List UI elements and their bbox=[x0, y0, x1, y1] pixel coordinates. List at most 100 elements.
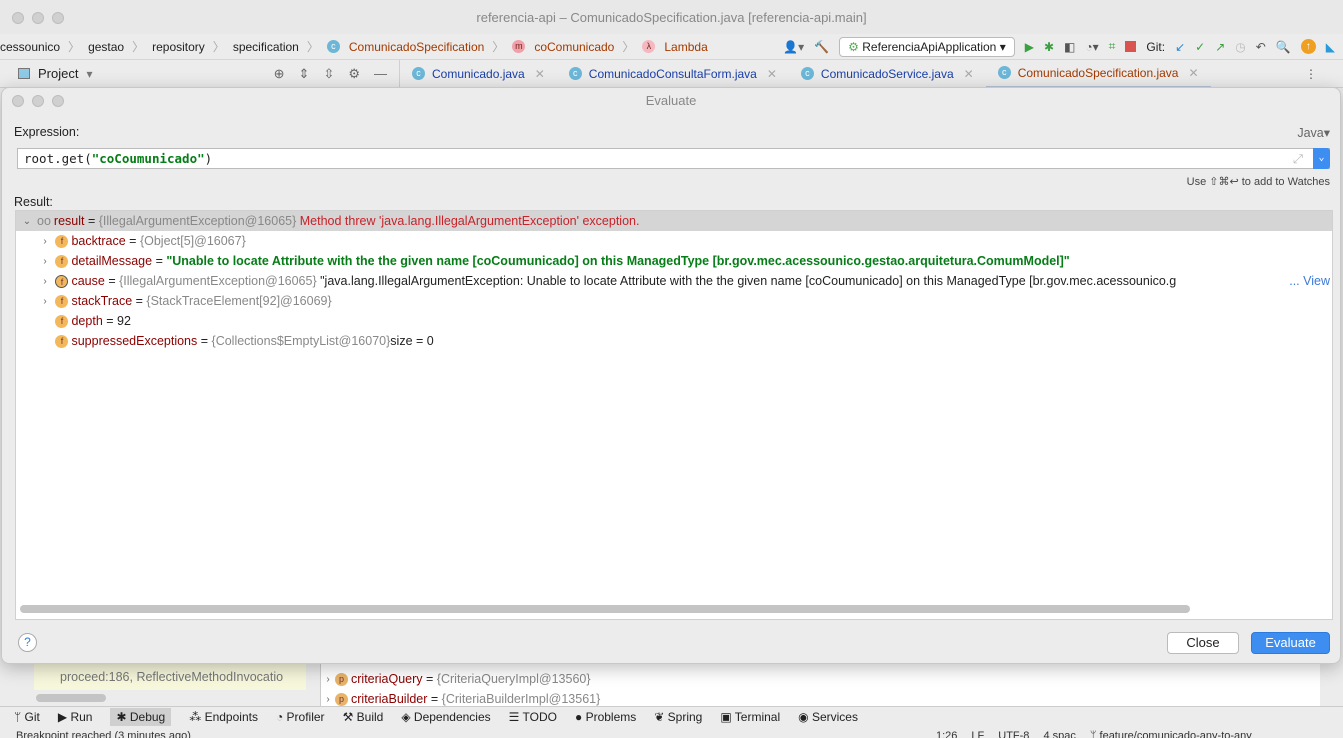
expand-all-icon[interactable]: ⇕ bbox=[299, 66, 310, 82]
status-message: Breakpoint reached (3 minutes ago) bbox=[16, 730, 191, 738]
tool-run[interactable]: ▶ Run bbox=[58, 710, 93, 724]
result-label: Result: bbox=[14, 195, 53, 209]
field-row[interactable]: f suppressedExceptions = {Collections$Emp… bbox=[16, 331, 1332, 351]
tool-todo[interactable]: ☰ TODO bbox=[509, 710, 557, 724]
tool-spring[interactable]: ❦ Spring bbox=[654, 710, 702, 724]
history-dropdown-button[interactable]: ⌄ bbox=[1313, 148, 1330, 169]
tool-services[interactable]: ◉ Services bbox=[798, 710, 858, 724]
tab-comunicado-service[interactable]: c ComunicadoService.java ✕ bbox=[789, 60, 986, 88]
breadcrumb-item[interactable]: gestao bbox=[88, 40, 124, 54]
close-button[interactable]: Close bbox=[1167, 632, 1239, 654]
close-icon[interactable]: ✕ bbox=[1188, 66, 1198, 80]
window-titlebar: referencia-api – ComunicadoSpecification… bbox=[0, 0, 1343, 34]
class-icon: c bbox=[800, 67, 814, 80]
evaluate-button[interactable]: Evaluate bbox=[1251, 632, 1330, 654]
watches-hint: Use ⇧⌘↩ to add to Watches bbox=[1186, 176, 1330, 188]
tool-terminal[interactable]: ▣ Terminal bbox=[720, 710, 780, 724]
coverage-icon[interactable]: ◧ bbox=[1064, 40, 1075, 54]
project-icon bbox=[18, 68, 30, 79]
field-icon: f bbox=[55, 314, 69, 328]
breadcrumb-item[interactable]: Lambda bbox=[664, 40, 707, 54]
gear-icon[interactable]: ⚙ bbox=[348, 66, 360, 82]
hide-icon[interactable]: — bbox=[374, 66, 387, 82]
tab-comunicado-specification[interactable]: c ComunicadoSpecification.java ✕ bbox=[985, 60, 1211, 88]
breadcrumb-item[interactable]: specification bbox=[233, 40, 299, 54]
git-push-icon[interactable]: ↗ bbox=[1215, 40, 1225, 54]
update-icon[interactable]: ↑ bbox=[1300, 39, 1316, 54]
evaluate-dialog: Evaluate Expression: Java▾ root.get("coC… bbox=[1, 87, 1341, 664]
debug-icon[interactable]: ✱ bbox=[1044, 40, 1054, 54]
close-icon[interactable]: ✕ bbox=[535, 67, 545, 81]
debug-panel-behind: proceed:186, ReflectiveMethodInvocatio ›… bbox=[0, 664, 1343, 706]
tool-build[interactable]: ⚒ Build bbox=[343, 710, 384, 724]
more-icon[interactable]: ⋮ bbox=[1305, 67, 1317, 81]
status-bar: Breakpoint reached (3 minutes ago) 1:26 … bbox=[0, 727, 1343, 738]
tool-endpoints[interactable]: ⁂ Endpoints bbox=[189, 710, 258, 724]
field-row[interactable]: › f detailMessage = "Unable to locate Att… bbox=[16, 251, 1332, 271]
tool-git[interactable]: ᛘ Git bbox=[14, 710, 40, 724]
field-icon: f bbox=[55, 294, 69, 308]
project-label[interactable]: Project bbox=[38, 66, 78, 81]
indent[interactable]: 4 spac bbox=[1043, 727, 1075, 738]
profile-icon[interactable]: ◔▾ bbox=[1085, 40, 1098, 54]
frames-scrollbar[interactable] bbox=[36, 694, 106, 702]
help-button[interactable]: ? bbox=[18, 633, 37, 652]
run-icon[interactable]: ▶ bbox=[1025, 40, 1034, 54]
class-icon: c bbox=[997, 66, 1011, 79]
stop-icon[interactable] bbox=[1125, 41, 1137, 52]
language-select[interactable]: Java▾ bbox=[1297, 125, 1330, 140]
class-icon: c bbox=[568, 67, 582, 80]
breadcrumb-item[interactable]: repository bbox=[152, 40, 205, 54]
tool-dependencies[interactable]: ◈ Dependencies bbox=[401, 710, 490, 724]
tab-comunicado-consulta-form[interactable]: c ComunicadoConsultaForm.java ✕ bbox=[557, 60, 789, 88]
toolbox-icon[interactable]: ◣ bbox=[1326, 40, 1335, 54]
view-link[interactable]: ... View bbox=[1289, 274, 1330, 288]
frame-item[interactable]: proceed:186, ReflectiveMethodInvocatio bbox=[34, 664, 306, 690]
expression-input[interactable]: root.get("coCoumunicado") ⤢ ⌄ bbox=[17, 148, 1330, 169]
variable-row[interactable]: › p criteriaQuery = {CriteriaQueryImpl@135… bbox=[321, 669, 1320, 689]
expression-label: Expression: bbox=[14, 125, 80, 139]
field-icon: f bbox=[55, 234, 69, 248]
expand-icon[interactable]: ⤢ bbox=[1293, 151, 1303, 167]
dialog-window-controls[interactable] bbox=[12, 95, 64, 107]
collapse-all-icon[interactable]: ⇳ bbox=[323, 66, 334, 82]
build-hammer-icon[interactable]: 🔨 bbox=[814, 40, 829, 54]
tool-debug[interactable]: ✱ Debug bbox=[110, 707, 172, 726]
breadcrumb-item[interactable]: coComunicado bbox=[534, 40, 614, 54]
git-commit-icon[interactable]: ✓ bbox=[1195, 40, 1205, 54]
watch-glasses-icon: oo bbox=[37, 214, 51, 228]
git-update-icon[interactable]: ↙ bbox=[1175, 40, 1185, 54]
field-row[interactable]: › f backtrace = {Object[5]@16067} bbox=[16, 231, 1332, 251]
window-controls[interactable] bbox=[12, 12, 64, 24]
encoding[interactable]: UTF-8 bbox=[998, 727, 1029, 738]
dialog-titlebar: Evaluate bbox=[2, 88, 1340, 114]
tool-problems[interactable]: ● Problems bbox=[575, 710, 636, 724]
result-tree: ⌄ oo result = {IllegalArgumentException@16… bbox=[15, 210, 1333, 620]
tool-window-bar: ᛘ Git ▶ Run ✱ Debug ⁂ Endpoints ◔ Profil… bbox=[0, 706, 1343, 726]
attach-debugger-icon[interactable]: ⌗ bbox=[1109, 39, 1116, 54]
breadcrumb-item[interactable]: cessounico bbox=[0, 40, 60, 54]
tool-profiler[interactable]: ◔ Profiler bbox=[276, 710, 325, 724]
history-icon[interactable]: ◷ bbox=[1235, 40, 1245, 54]
tab-comunicado[interactable]: c Comunicado.java ✕ bbox=[400, 60, 557, 88]
horizontal-scrollbar[interactable] bbox=[20, 605, 1190, 613]
field-recursive-icon: f bbox=[55, 274, 69, 288]
line-separator[interactable]: LF bbox=[971, 727, 984, 738]
close-icon[interactable]: ✕ bbox=[964, 67, 974, 81]
navigation-bar: cessounico 〉 gestao 〉 repository 〉 specific… bbox=[0, 34, 1343, 60]
close-icon[interactable]: ✕ bbox=[767, 67, 777, 81]
lambda-icon: λ bbox=[642, 40, 656, 53]
field-row[interactable]: f depth = 92 bbox=[16, 311, 1332, 331]
git-branch[interactable]: ᛘ feature/comunicado-any-to-any bbox=[1090, 727, 1252, 738]
result-row[interactable]: ⌄ oo result = {IllegalArgumentException@16… bbox=[16, 211, 1332, 231]
locate-icon[interactable]: ⊕ bbox=[274, 66, 285, 82]
field-row[interactable]: › f stackTrace = {StackTraceElement[92]@1… bbox=[16, 291, 1332, 311]
caret-position[interactable]: 1:26 bbox=[936, 727, 957, 738]
user-icon[interactable]: 👤▾ bbox=[783, 40, 804, 54]
field-row[interactable]: › f cause = {IllegalArgumentException@160… bbox=[16, 271, 1332, 291]
search-icon[interactable]: 🔍 bbox=[1276, 40, 1291, 54]
git-label: Git: bbox=[1146, 39, 1166, 54]
run-config-select[interactable]: ⚙ ReferenciaApiApplication ▾ bbox=[839, 36, 1015, 57]
breadcrumb-item[interactable]: ComunicadoSpecification bbox=[349, 40, 484, 54]
rollback-icon[interactable]: ↶ bbox=[1256, 40, 1266, 54]
